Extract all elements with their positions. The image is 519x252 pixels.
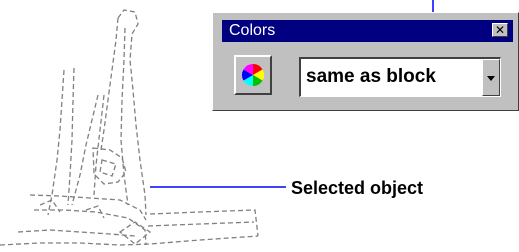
- selected-object-label: Selected object: [291, 178, 424, 198]
- chevron-down-icon: [487, 76, 495, 81]
- dropdown-arrow-button[interactable]: [482, 59, 500, 96]
- toolbar-titlebar[interactable]: Colors ✕: [222, 20, 513, 42]
- color-dropdown-value: same as block: [306, 66, 436, 87]
- close-icon: ✕: [494, 23, 506, 37]
- color-dropdown[interactable]: same as block: [299, 57, 501, 97]
- colors-toolbar: Colors ✕ same as block: [212, 12, 519, 111]
- color-wheel-icon: [242, 64, 264, 86]
- color-picker-button[interactable]: [234, 55, 272, 95]
- close-button[interactable]: ✕: [492, 23, 508, 37]
- toolbar-title: Colors: [229, 22, 276, 39]
